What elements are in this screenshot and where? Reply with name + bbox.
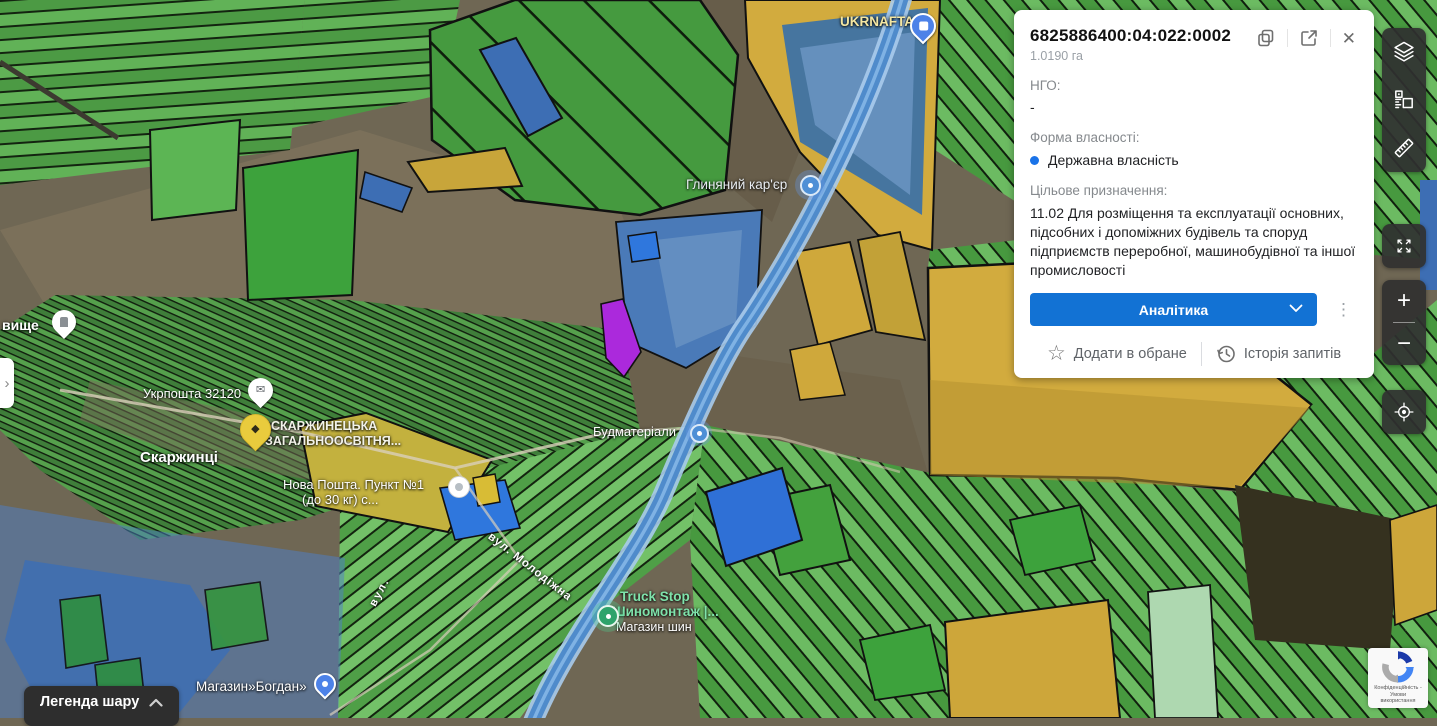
sidebar-expand-tab[interactable]: › (0, 358, 14, 408)
close-icon[interactable]: ✕ (1340, 28, 1358, 49)
layers-icon[interactable] (1382, 28, 1426, 76)
ownership-value: Державна власність (1048, 152, 1179, 168)
copy-icon[interactable] (1254, 26, 1278, 50)
chevron-right-icon: › (5, 375, 10, 392)
map-label-town: Скаржинці (140, 450, 218, 465)
zoom-controls-group: + − (1382, 280, 1426, 365)
history-clock-icon (1216, 344, 1236, 364)
purpose-label: Цільове призначення: (1030, 183, 1358, 198)
chevron-down-icon (1289, 304, 1303, 313)
add-to-favorites-button[interactable]: ☆ Додати в обране (1045, 341, 1189, 366)
map-label-budmaterialy: Будматеріали (593, 424, 676, 439)
fullscreen-group (1382, 224, 1426, 268)
analytics-button[interactable]: Аналітика (1030, 293, 1317, 326)
map-label-bogdan-shop: Магазин»Богдан» (196, 679, 307, 694)
zoom-in-button[interactable]: + (1382, 280, 1426, 322)
recaptcha-badge[interactable]: Конфіденційність - Умови використання (1368, 648, 1428, 708)
budmaterialy-poi-icon[interactable] (686, 420, 712, 446)
more-options-icon[interactable]: ⋮ (1329, 299, 1358, 320)
map-label-cemetery: вище (2, 318, 39, 333)
ngo-value: - (1030, 99, 1358, 115)
truckstop-poi-icon[interactable] (592, 600, 624, 632)
area-measure-icon[interactable] (1382, 76, 1426, 124)
map-label-quarry: Глиняний кар'єр (686, 177, 787, 192)
map-label-school-line2: ЗАГАЛЬНООСВІТНЯ... (265, 434, 401, 449)
chevron-up-icon (149, 698, 163, 707)
map-label-novaposhta-line2: (до 30 кг) с... (302, 492, 379, 507)
map-label-truckstop-line2: Шиномонтаж |... (612, 604, 719, 619)
ngo-label: НГО: (1030, 78, 1358, 93)
parcel-info-panel: 6825886400:04:022:0002 1.0190 га ✕ НГО: … (1014, 10, 1374, 378)
zoom-out-button[interactable]: − (1382, 323, 1426, 365)
query-history-button[interactable]: Історія запитів (1214, 342, 1343, 366)
parcel-area: 1.0190 га (1030, 49, 1231, 63)
map-label-school-line1: СКАРЖИНЕЦЬКА (271, 419, 377, 434)
fullscreen-icon[interactable] (1382, 224, 1426, 268)
novaposhta-poi-icon[interactable] (448, 476, 470, 498)
map-label-post-office: Укрпошта 32120 (143, 386, 241, 401)
ownership-dot (1030, 156, 1039, 165)
map-label-tire-shop: Магазин шин (616, 620, 692, 635)
recaptcha-privacy-text: Конфіденційність - Умови використання (1368, 685, 1428, 705)
open-in-new-icon[interactable] (1297, 26, 1321, 50)
ownership-label: Форма власності: (1030, 130, 1358, 145)
divider (1330, 29, 1331, 47)
map-label-ukrnafta: UKRNAFTA (840, 14, 914, 29)
recaptcha-logo-icon (1382, 651, 1414, 683)
layer-legend-button[interactable]: Легенда шару (24, 686, 179, 726)
divider (1201, 342, 1202, 366)
map-tools-group (1382, 28, 1426, 172)
map-label-truckstop-line1: Truck Stop (620, 589, 690, 604)
locate-group (1382, 390, 1426, 434)
cadastral-number-title: 6825886400:04:022:0002 (1030, 26, 1231, 46)
locate-me-icon[interactable] (1382, 390, 1426, 434)
quarry-poi-icon[interactable] (795, 170, 825, 200)
purpose-value: 11.02 Для розміщення та експлуатації осн… (1030, 204, 1358, 280)
map-label-novaposhta-line1: Нова Пошта. Пункт №1 (283, 477, 424, 492)
divider (1287, 29, 1288, 47)
ruler-icon[interactable] (1382, 124, 1426, 172)
star-icon: ☆ (1047, 343, 1066, 364)
